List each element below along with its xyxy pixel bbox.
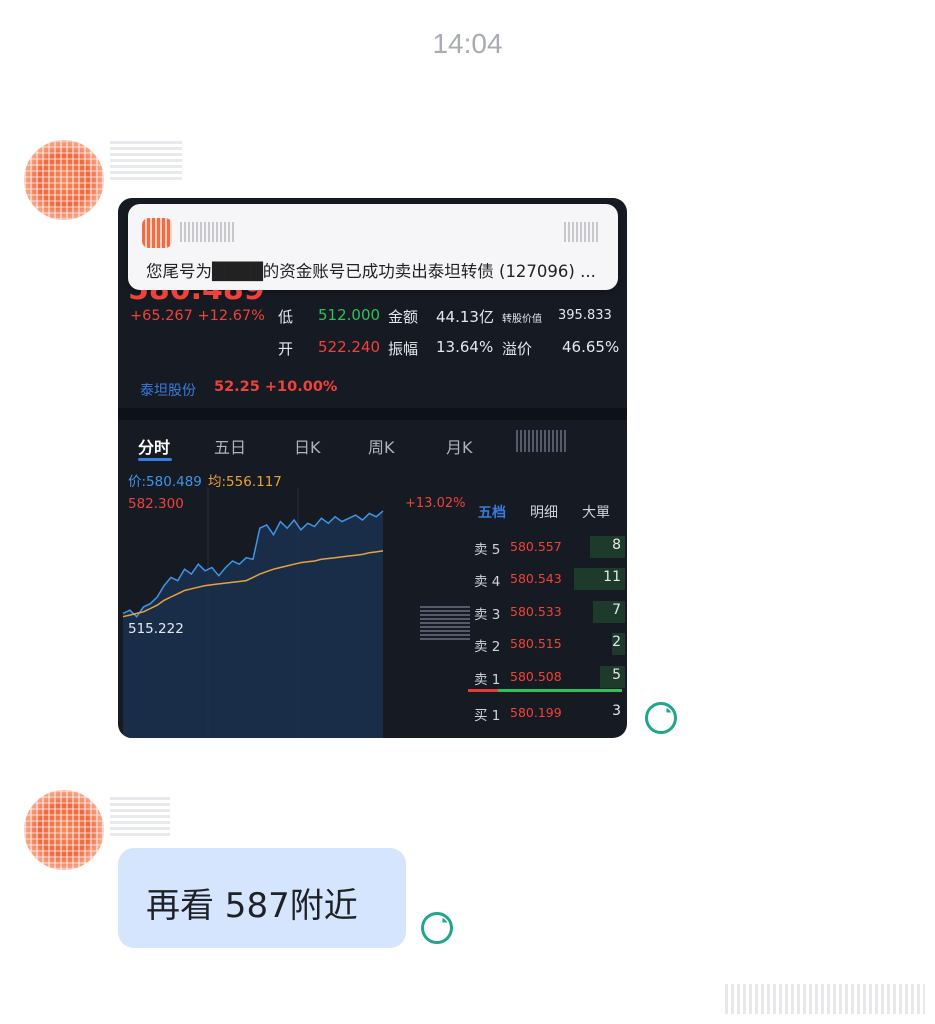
chart-high-label: 582.300 bbox=[128, 496, 184, 512]
amount-value: 44.13亿 bbox=[436, 308, 494, 326]
order-level-label: 卖 3 bbox=[474, 606, 501, 623]
order-level-label: 卖 1 bbox=[474, 671, 501, 688]
text-message: 再看 587附近 bbox=[146, 886, 358, 926]
order-book-row: 卖 4 580.543 11 bbox=[468, 564, 627, 594]
order-volume: 5 bbox=[612, 666, 621, 683]
tab-weekly-k[interactable]: 周K bbox=[368, 434, 395, 458]
active-tab-indicator bbox=[138, 458, 172, 461]
spread-divider-sell bbox=[468, 689, 498, 692]
notification-text: 您尾号为████的资金账号已成功卖出泰坦转债 (127096) ... bbox=[146, 262, 596, 281]
low-label: 低 bbox=[278, 308, 294, 326]
order-price: 580.515 bbox=[510, 636, 562, 652]
redacted-block bbox=[516, 430, 566, 452]
premium-label: 溢价 bbox=[502, 340, 533, 358]
conversion-value: 395.833 bbox=[558, 308, 612, 323]
text-message-bubble[interactable]: 再看 587附近 bbox=[118, 848, 406, 948]
order-book-row: 卖 2 580.515 2 bbox=[468, 629, 627, 659]
order-price: 580.508 bbox=[510, 668, 562, 684]
sender-avatar[interactable] bbox=[24, 140, 104, 220]
order-volume: 11 bbox=[603, 569, 621, 586]
section-divider bbox=[118, 408, 627, 420]
order-price: 580.543 bbox=[510, 571, 562, 587]
underlying-stock-name: 泰坦股份 bbox=[140, 383, 196, 399]
sender-name-redacted bbox=[110, 796, 170, 836]
screenshot-image-message[interactable]: 您尾号为████的资金账号已成功卖出泰坦转债 (127096) ... 580.… bbox=[118, 198, 627, 738]
sending-status-icon bbox=[421, 912, 453, 944]
order-book-row: 卖 3 580.533 7 bbox=[468, 597, 627, 627]
order-book-row: 卖 1 580.508 5 bbox=[468, 662, 627, 692]
chart-pct-label: +13.02% bbox=[405, 496, 466, 511]
tab-monthly-k[interactable]: 月K bbox=[446, 434, 473, 458]
tab-intraday[interactable]: 分时 bbox=[138, 434, 170, 458]
conversion-value-label: 转股价值 bbox=[502, 314, 542, 325]
tab-daily-k[interactable]: 日K bbox=[294, 434, 321, 458]
premium-value: 46.65% bbox=[562, 338, 620, 356]
spread-divider-buy bbox=[498, 689, 622, 692]
order-level-label: 买 1 bbox=[474, 708, 501, 724]
order-price: 580.199 bbox=[510, 705, 562, 720]
amount-label: 金额 bbox=[388, 308, 419, 326]
order-price: 580.557 bbox=[510, 539, 562, 554]
amplitude-value: 13.64% bbox=[436, 338, 494, 356]
message-timestamp: 14:04 bbox=[432, 28, 503, 59]
order-volume: 7 bbox=[612, 601, 621, 618]
chart-low-label: 515.222 bbox=[128, 621, 184, 637]
redacted-app-name bbox=[180, 222, 236, 242]
open-value: 522.240 bbox=[318, 338, 381, 356]
open-label: 开 bbox=[278, 340, 294, 358]
sender-avatar[interactable] bbox=[24, 790, 104, 870]
order-level-label: 卖 2 bbox=[474, 639, 501, 656]
order-level-label: 卖 4 bbox=[474, 574, 501, 591]
order-volume: 3 bbox=[612, 703, 621, 719]
redacted-block bbox=[420, 606, 470, 640]
redacted-time bbox=[564, 222, 600, 242]
order-volume: 8 bbox=[612, 537, 621, 553]
order-book: 五档 明细 大單 卖 5 580.557 8 卖 4 580.543 11 卖 3 580.5… bbox=[468, 492, 627, 738]
price-change: +65.267 +12.67% bbox=[130, 308, 265, 324]
sell-notification-banner: 您尾号为████的资金账号已成功卖出泰坦转债 (127096) ... bbox=[128, 204, 618, 290]
app-icon bbox=[142, 218, 172, 248]
tab-details[interactable]: 明细 bbox=[530, 502, 558, 522]
tab-large-orders[interactable]: 大單 bbox=[582, 502, 610, 522]
order-level-label: 卖 5 bbox=[474, 542, 501, 558]
sender-name-redacted bbox=[110, 140, 182, 180]
order-volume: 2 bbox=[612, 634, 621, 651]
redacted-watermark bbox=[725, 984, 925, 1014]
order-book-row: 买 1 580.199 3 bbox=[468, 698, 627, 728]
tab-five-levels[interactable]: 五档 bbox=[478, 502, 506, 522]
amplitude-label: 振幅 bbox=[388, 340, 419, 358]
low-value: 512.000 bbox=[318, 306, 381, 324]
underlying-stock-value: 52.25 +10.00% bbox=[214, 379, 338, 395]
tab-five-day[interactable]: 五日 bbox=[214, 434, 246, 458]
sending-status-icon bbox=[645, 702, 677, 734]
order-price: 580.533 bbox=[510, 603, 562, 619]
order-book-row: 卖 5 580.557 8 bbox=[468, 532, 627, 562]
